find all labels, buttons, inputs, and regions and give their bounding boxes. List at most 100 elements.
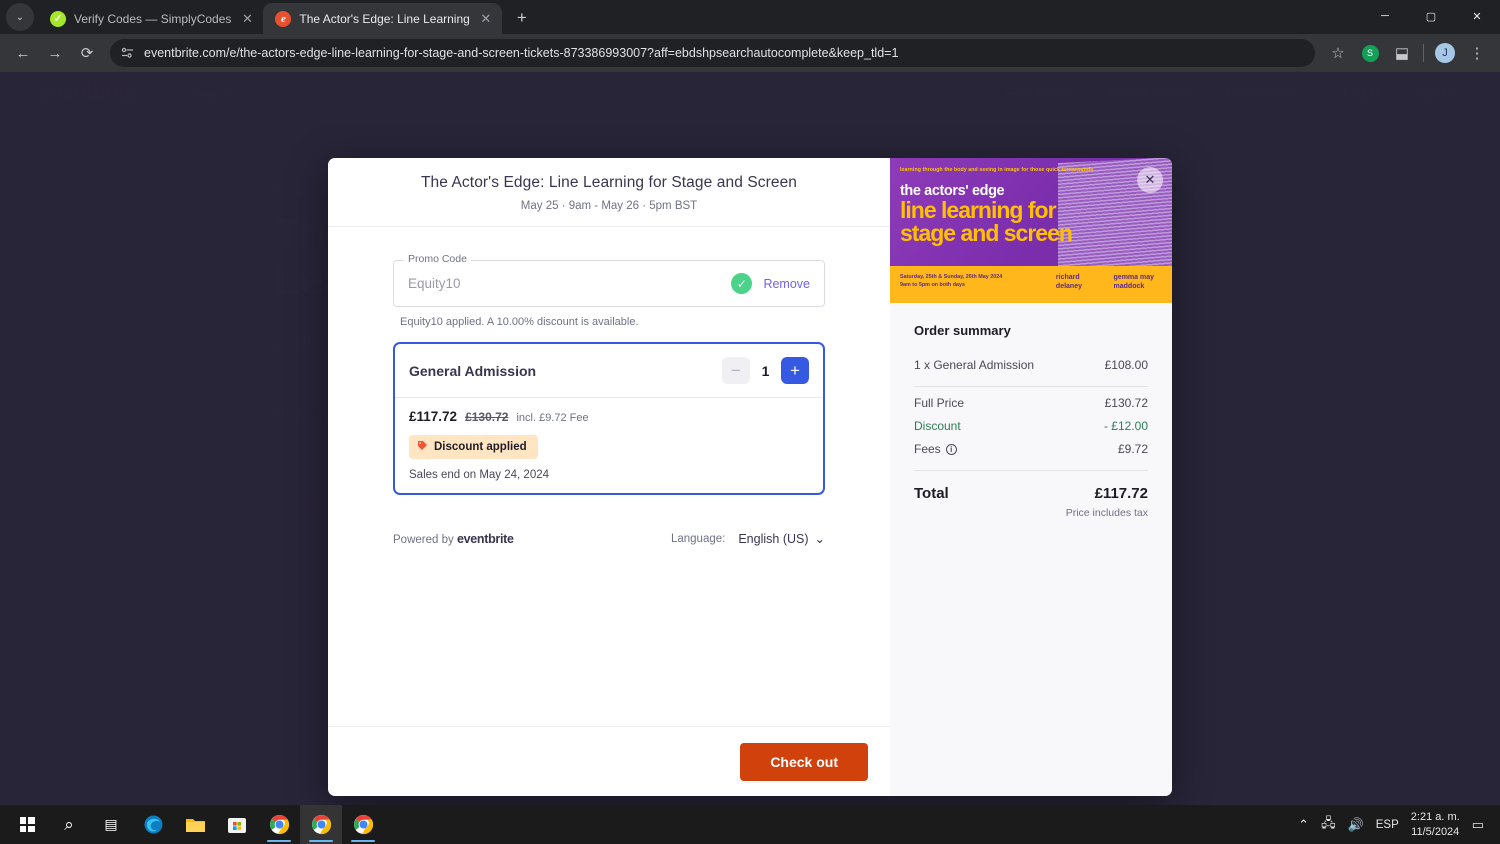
total-value: £117.72: [1094, 485, 1148, 502]
modal-left-column: The Actor's Edge: Line Learning for Stag…: [328, 158, 890, 796]
presenter-1-first: richard: [1055, 274, 1080, 282]
presenter-1-last: delaney: [1055, 282, 1082, 290]
language-label: Language:: [670, 532, 726, 545]
close-icon[interactable]: ✕: [239, 11, 255, 27]
presenter-2-first: gemma may: [1113, 274, 1154, 282]
notifications-icon[interactable]: ▭: [1472, 817, 1484, 833]
close-icon[interactable]: ✕: [478, 11, 494, 27]
bookmark-star-icon[interactable]: ☆: [1323, 38, 1353, 68]
modal-header: The Actor's Edge: Line Learning for Stag…: [328, 158, 890, 227]
chrome-icon: [353, 815, 373, 835]
window-close-icon[interactable]: ✕: [1454, 0, 1500, 32]
site-settings-icon[interactable]: [120, 46, 135, 61]
forward-icon[interactable]: →: [40, 38, 70, 68]
edge-icon: [144, 815, 162, 834]
url-text: eventbrite.com/e/the-actors-edge-line-le…: [144, 46, 899, 60]
taskbar-app-edge[interactable]: [132, 805, 174, 844]
total-row: Total £117.72 Price includes tax: [914, 485, 1148, 519]
taskbar-app-microsoft-store[interactable]: [216, 805, 258, 844]
remove-promo-button[interactable]: Remove: [763, 277, 810, 291]
ticket-header-row: General Admission − 1 +: [395, 344, 823, 397]
banner-headline: line learning for stage and screen: [900, 197, 1073, 244]
chevron-down-icon: ⌄: [814, 532, 825, 546]
total-label: Total: [914, 485, 949, 502]
banner-dates-line-2: 9am to 5pm on both days: [900, 282, 965, 289]
new-tab-button[interactable]: +: [508, 4, 536, 32]
browser-tab-simplycodes[interactable]: ✓ Verify Codes — SimplyCodes ✕: [38, 3, 263, 34]
check-out-button[interactable]: Check out: [740, 742, 868, 781]
taskbar-app-chrome-3[interactable]: [342, 805, 384, 844]
order-summary-title: Order summary: [914, 323, 1011, 338]
discount-badge-label: Discount applied: [434, 441, 527, 453]
promo-code-legend: Promo Code: [404, 253, 471, 265]
avatar: J: [1435, 43, 1455, 63]
fees-label: Fees: [914, 442, 941, 456]
language-indicator[interactable]: ESP: [1376, 819, 1399, 831]
tag-icon: [417, 440, 428, 454]
ticket-price-discounted: £117.72: [409, 409, 458, 424]
ticket-name: General Admission: [409, 362, 537, 379]
order-summary: Order summary 1 x General Admission £108…: [890, 303, 1172, 519]
decrement-quantity-button[interactable]: −: [722, 357, 750, 384]
eventbrite-wordmark: eventbrite: [456, 531, 514, 546]
taskbar-app-file-explorer[interactable]: [174, 805, 216, 844]
ticket-card-general-admission: General Admission − 1 + £117.72 £130.72: [393, 342, 825, 495]
banner-presenter-2: gemma may maddock: [1114, 274, 1154, 291]
full-price-label: Full Price: [914, 396, 965, 410]
close-modal-icon[interactable]: ✕: [1137, 167, 1163, 193]
promo-code-input[interactable]: Equity10: [408, 276, 731, 291]
taskbar-app-chrome-2[interactable]: [300, 805, 342, 844]
network-icon[interactable]: 🖧: [1321, 814, 1336, 836]
banner-headline-line-1: line learning for: [900, 197, 1057, 223]
window-controls: ─ ▢ ✕: [1362, 0, 1500, 32]
info-icon[interactable]: i: [945, 443, 957, 455]
powered-by: Powered by eventbrite: [393, 532, 514, 546]
maximize-icon[interactable]: ▢: [1408, 0, 1454, 32]
full-price-value: £130.72: [1104, 396, 1148, 410]
reload-icon[interactable]: ⟳: [72, 38, 102, 68]
extensions-puzzle-icon[interactable]: ⬓: [1387, 38, 1417, 68]
clock[interactable]: 2:21 a. m. 11/5/2024: [1411, 810, 1460, 839]
eventbrite-icon: e: [275, 10, 292, 27]
fees-label-group: Fees i: [914, 442, 957, 456]
address-bar[interactable]: eventbrite.com/e/the-actors-edge-line-le…: [110, 39, 1315, 67]
fees-value: £9.72: [1117, 442, 1148, 456]
tab-search-button[interactable]: ⌄: [6, 3, 34, 31]
tab-strip: ⌄ ✓ Verify Codes — SimplyCodes ✕ e The A…: [0, 0, 1500, 34]
order-line-item-label: 1 x General Admission: [914, 358, 1035, 372]
profile-avatar[interactable]: J: [1430, 38, 1460, 68]
discount-applied-badge: Discount applied: [409, 435, 538, 459]
modal-footer-row: Powered by eventbrite Language: English …: [393, 531, 825, 547]
clock-time: 2:21 a. m.: [1410, 811, 1460, 824]
tab-title: Verify Codes — SimplyCodes: [74, 11, 232, 26]
total-tax-note: Price includes tax: [1065, 507, 1148, 519]
extension-icon[interactable]: S: [1355, 38, 1385, 68]
volume-icon[interactable]: 🔊: [1348, 817, 1364, 833]
language-value[interactable]: English (US) ⌄: [738, 531, 825, 547]
banner-presenter-1: richard delaney: [1056, 274, 1082, 291]
total-amount: £117.72 Price includes tax: [1066, 485, 1148, 519]
browser-window: ⌄ ✓ Verify Codes — SimplyCodes ✕ e The A…: [0, 0, 1500, 805]
modal-body: Promo Code Equity10 ✓ Remove Equity10 ap…: [328, 227, 890, 726]
order-line-item: 1 x General Admission £108.00: [914, 358, 1148, 372]
tab-title: The Actor's Edge: Line Learning: [299, 11, 470, 26]
minimize-icon[interactable]: ─: [1362, 0, 1408, 32]
taskbar-app-chrome-1[interactable]: [258, 805, 300, 844]
order-line-item-value: £108.00: [1104, 358, 1148, 372]
browser-menu-icon[interactable]: ⋮: [1462, 38, 1492, 68]
increment-quantity-button[interactable]: +: [781, 357, 809, 384]
modal-title: The Actor's Edge: Line Learning for Stag…: [420, 174, 798, 191]
windows-logo-icon: [19, 817, 35, 832]
promo-applied-message: Equity10 applied. A 10.00% discount is a…: [400, 316, 639, 328]
tray-chevron-up-icon[interactable]: ⌃: [1298, 817, 1309, 833]
back-icon[interactable]: ←: [8, 38, 38, 68]
start-button[interactable]: [6, 805, 48, 844]
taskbar-search-button[interactable]: ⌕: [48, 805, 90, 844]
task-view-button[interactable]: ▤: [90, 805, 132, 844]
extension-badge: S: [1361, 44, 1379, 62]
banner-dates: Saturday, 25th & Sunday, 26th May 2024 9…: [900, 274, 1002, 290]
language-selector[interactable]: Language: English (US) ⌄: [670, 531, 825, 547]
promo-code-box[interactable]: Equity10 ✓ Remove: [393, 260, 825, 307]
browser-tab-eventbrite[interactable]: e The Actor's Edge: Line Learning ✕: [263, 3, 502, 34]
powered-by-prefix: Powered by: [393, 533, 454, 546]
